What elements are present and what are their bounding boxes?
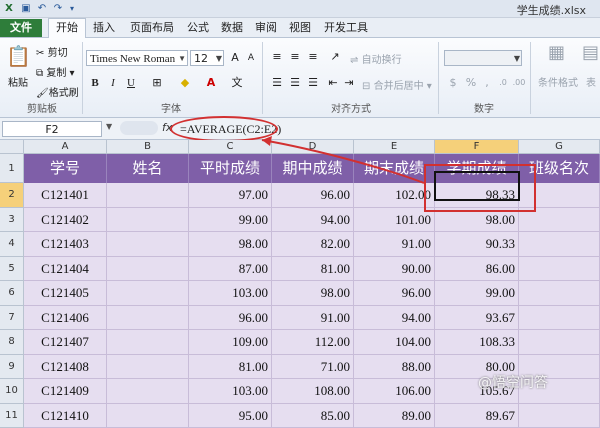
table-cell[interactable]: 85.00 (272, 404, 354, 428)
row-header[interactable]: 11 (0, 404, 24, 428)
watermark: @悟空问答 (478, 372, 548, 392)
arrow-head (262, 136, 272, 146)
table-cell[interactable]: 95.00 (189, 404, 272, 428)
table-cell[interactable]: C121410 (24, 404, 107, 428)
table-cell[interactable]: 89.00 (354, 404, 435, 428)
table-cell[interactable] (107, 404, 189, 428)
table-cell[interactable] (519, 404, 600, 428)
annotation-arrow (0, 0, 600, 405)
table-cell[interactable]: 89.67 (435, 404, 519, 428)
arrow-line (262, 140, 424, 183)
